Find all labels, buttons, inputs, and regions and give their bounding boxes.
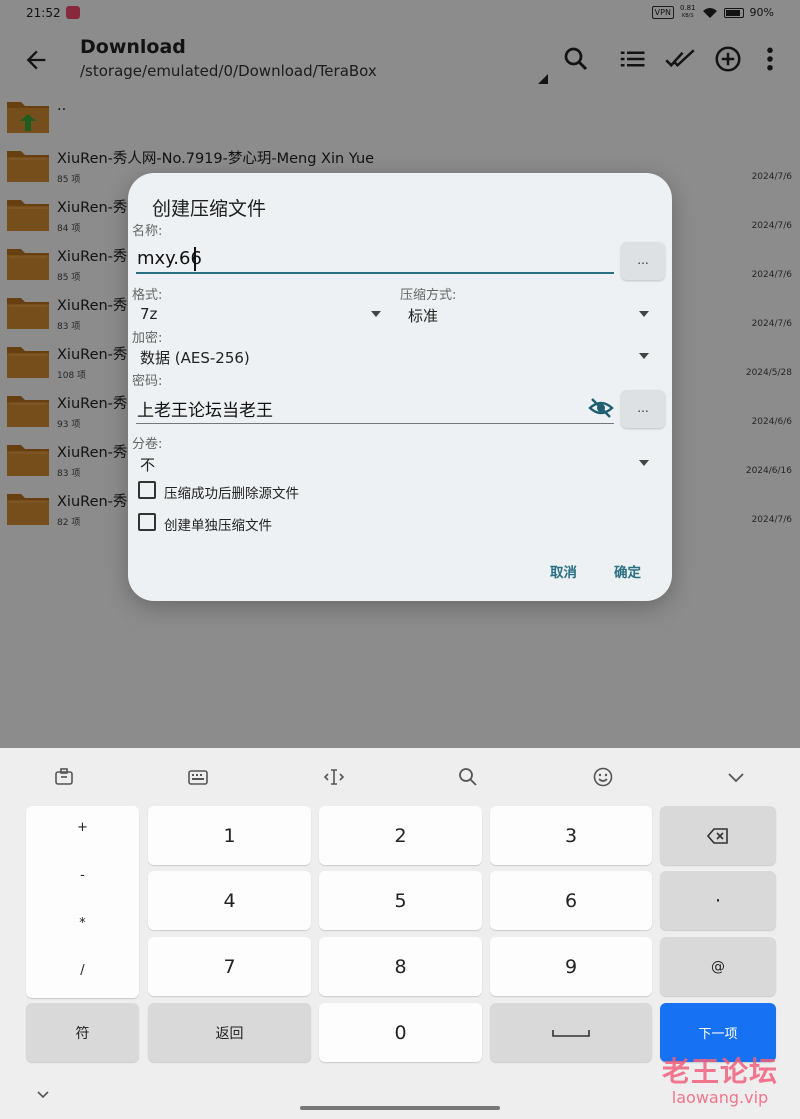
- password-input[interactable]: [136, 394, 614, 424]
- format-value: 7z: [140, 305, 158, 323]
- at-key[interactable]: @: [660, 937, 776, 996]
- chevron-down-icon[interactable]: [36, 1090, 50, 1100]
- method-value: 标准: [408, 307, 439, 325]
- watermark-en: laowang.vip: [671, 1088, 769, 1107]
- space-key[interactable]: [490, 1003, 652, 1062]
- text-caret: [194, 247, 196, 271]
- watermark-cn: 老王论坛: [661, 1055, 778, 1088]
- symbol-key[interactable]: 符: [26, 1003, 139, 1062]
- space-icon: [552, 1029, 590, 1037]
- key-0[interactable]: 0: [319, 1003, 482, 1062]
- delete-source-checkbox[interactable]: [138, 481, 156, 499]
- password-options-button[interactable]: ...: [621, 390, 665, 428]
- search-icon[interactable]: [457, 766, 479, 788]
- dropdown-arrow-icon: [371, 311, 381, 317]
- symbol-column: + - * /: [26, 806, 139, 998]
- create-archive-dialog: 创建压缩文件 名称: ... 格式: 7z 压缩方式: 标准 加密: 数据 (A…: [128, 173, 672, 601]
- home-indicator[interactable]: [300, 1106, 500, 1110]
- hide-keyboard-chevron-icon[interactable]: [725, 766, 747, 788]
- dropdown-arrow-icon: [639, 460, 649, 466]
- key-5[interactable]: 5: [319, 871, 482, 930]
- method-label: 压缩方式:: [400, 288, 457, 303]
- split-label: 分卷:: [132, 437, 163, 452]
- key-7[interactable]: 7: [148, 937, 311, 996]
- delete-source-label[interactable]: 压缩成功后删除源文件: [164, 482, 299, 502]
- key-6[interactable]: 6: [490, 871, 652, 930]
- plus-key[interactable]: +: [26, 820, 139, 835]
- asterisk-key[interactable]: *: [26, 916, 139, 931]
- key-1[interactable]: 1: [148, 806, 311, 865]
- watermark: 老王论坛 laowang.vip: [645, 1050, 795, 1107]
- ok-button[interactable]: 确定: [614, 561, 641, 581]
- dropdown-arrow-icon: [639, 311, 649, 317]
- dot-key[interactable]: ·: [660, 871, 776, 930]
- backspace-icon: [707, 827, 728, 844]
- emoji-icon[interactable]: [592, 766, 614, 788]
- key-2[interactable]: 2: [319, 806, 482, 865]
- name-label: 名称:: [132, 224, 163, 239]
- separate-archives-label[interactable]: 创建单独压缩文件: [164, 514, 272, 534]
- slash-key[interactable]: /: [26, 963, 139, 978]
- cancel-button[interactable]: 取消: [550, 561, 577, 581]
- key-9[interactable]: 9: [490, 937, 652, 996]
- back-key[interactable]: 返回: [148, 1003, 311, 1062]
- key-3[interactable]: 3: [490, 806, 652, 865]
- keyboard-layout-icon[interactable]: [187, 766, 209, 788]
- key-8[interactable]: 8: [319, 937, 482, 996]
- dialog-title: 创建压缩文件: [152, 198, 267, 220]
- separate-archives-checkbox[interactable]: [138, 513, 156, 531]
- name-browse-button[interactable]: ...: [621, 242, 665, 280]
- archive-name-input[interactable]: [136, 244, 614, 274]
- text-cursor-icon[interactable]: [323, 766, 345, 788]
- format-label: 格式:: [132, 288, 163, 303]
- encrypt-value: 数据 (AES-256): [140, 349, 250, 367]
- clipboard-icon[interactable]: [53, 766, 75, 788]
- minus-key[interactable]: -: [26, 868, 139, 883]
- split-value: 不: [140, 456, 156, 474]
- encrypt-label: 加密:: [132, 331, 163, 346]
- backspace-key[interactable]: [660, 806, 776, 865]
- password-label: 密码:: [132, 374, 163, 389]
- key-4[interactable]: 4: [148, 871, 311, 930]
- visibility-off-icon[interactable]: [588, 397, 614, 419]
- dropdown-arrow-icon: [639, 353, 649, 359]
